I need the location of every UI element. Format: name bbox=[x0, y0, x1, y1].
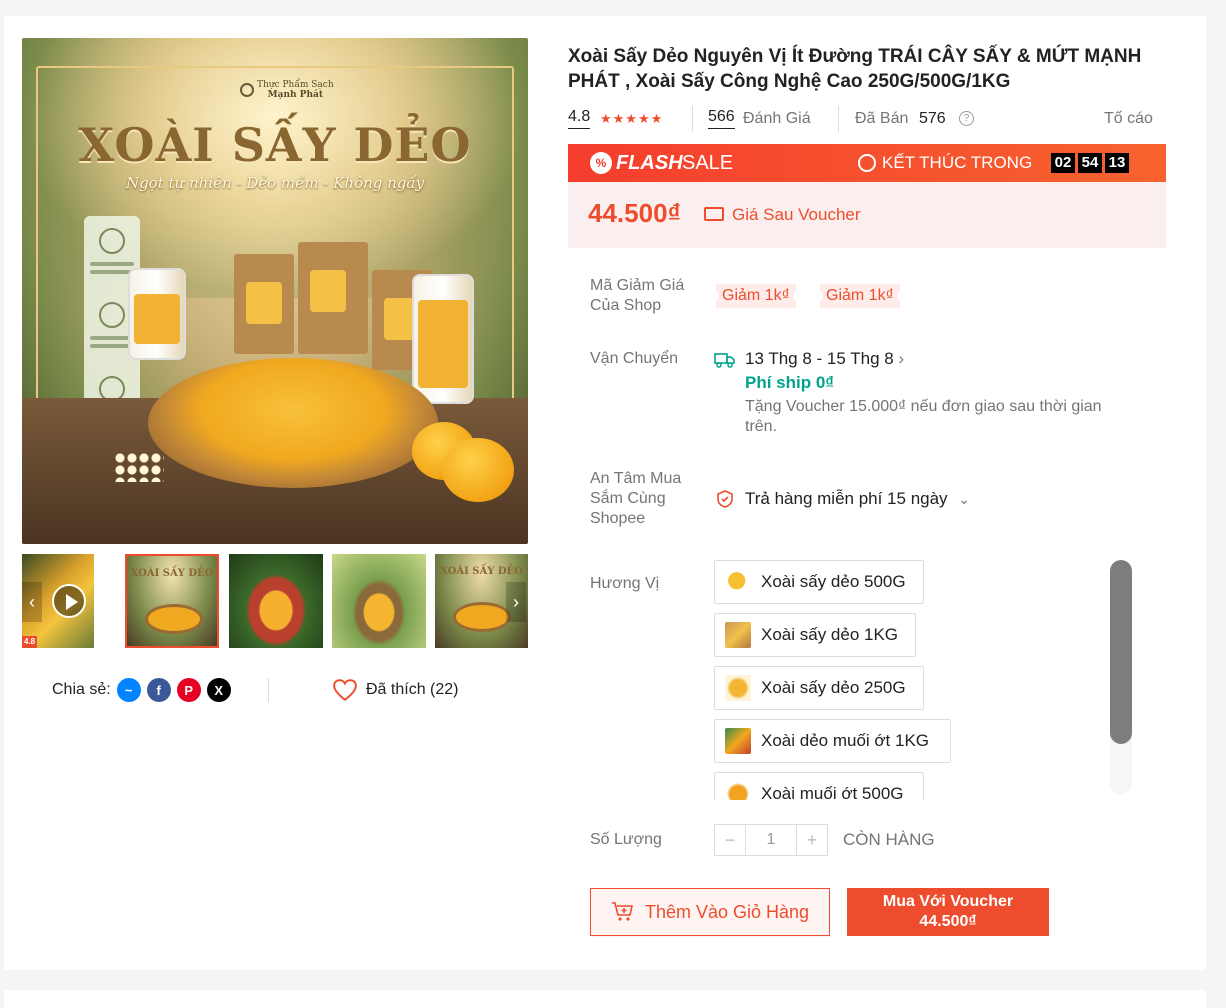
flavor-thumb bbox=[725, 622, 751, 648]
quantity-label: Số Lượng bbox=[590, 831, 662, 848]
flavor-thumb bbox=[725, 728, 751, 754]
rating-stars-icon: ★★★★★ bbox=[600, 111, 664, 126]
quantity-decrease-button[interactable]: − bbox=[715, 825, 745, 855]
share-divider bbox=[268, 678, 269, 702]
voucher-chip[interactable]: Giảm 1k₫ bbox=[817, 284, 903, 308]
rating-stats: 4.8 ★★★★★ 566 Đánh Giá Đã Bán 576 ? Tố c… bbox=[568, 106, 1160, 132]
jar-image bbox=[412, 274, 474, 404]
x-twitter-icon[interactable]: X bbox=[206, 678, 231, 702]
shield-check-icon bbox=[717, 490, 733, 508]
basket-image bbox=[148, 358, 438, 488]
like-button[interactable]: Đã thích (22) bbox=[332, 678, 458, 702]
flavor-option[interactable]: Xoài sấy dẻo 1KG bbox=[714, 613, 916, 657]
jar-image bbox=[128, 268, 186, 360]
product-title: Xoài Sấy Dẻo Nguyên Vị Ít Đường TRÁI CÂY… bbox=[568, 46, 1142, 92]
sold-label: Đã Bán bbox=[855, 110, 909, 127]
price-box: 44.500₫ Giá Sau Voucher bbox=[568, 182, 1166, 248]
brand-logo-icon bbox=[240, 83, 254, 97]
review-count[interactable]: 566 bbox=[708, 106, 735, 129]
thumbnail-3[interactable] bbox=[332, 554, 426, 648]
flavor-thumb bbox=[725, 675, 751, 701]
price-note: Giá Sau Voucher bbox=[732, 205, 861, 224]
heart-icon bbox=[333, 679, 357, 701]
image-headline: XOÀI SẤY DẺO bbox=[78, 118, 472, 172]
image-tagline: Ngọt tự nhiên - Dẻo mềm - Không ngấy bbox=[125, 174, 425, 192]
chevron-down-icon: ⌄ bbox=[958, 491, 971, 507]
shipping-note: Tặng Voucher 15.000₫ nếu đơn giao sau th… bbox=[745, 398, 1102, 435]
quantity-stepper: − 1 + bbox=[714, 824, 828, 856]
product-main-image[interactable]: Thực Phẩm Sạch Mạnh Phát XOÀI SẤY DẺO Ng… bbox=[22, 38, 528, 544]
flash-sale-bar: % FLASH SALE KẾT THÚC TRONG 02 54 13 bbox=[568, 144, 1166, 182]
share-row: Chia sẻ: ~ f P X bbox=[52, 676, 231, 704]
flavor-option[interactable]: Xoài dẻo muối ớt 1KG bbox=[714, 719, 951, 763]
thumb-rating-badge: 4.8 bbox=[22, 636, 38, 648]
flavor-option[interactable]: Xoài sấy dẻo 500G bbox=[714, 560, 924, 604]
thumbnail-strip: 4.8 ‹ XOÀI SẤY DẺO XOÀI SẤY DẺO › bbox=[22, 554, 528, 648]
quantity-increase-button[interactable]: + bbox=[797, 825, 827, 855]
price-amount: 44.500₫ bbox=[588, 198, 681, 228]
share-label: Chia sẻ: bbox=[52, 681, 111, 698]
play-icon[interactable] bbox=[52, 584, 86, 618]
cart-plus-icon bbox=[611, 902, 633, 921]
voucher-icon bbox=[704, 207, 724, 221]
guarantee-label: An Tâm Mua Sắm Cùng Shopee bbox=[590, 470, 682, 527]
thumbnail-2[interactable] bbox=[229, 554, 323, 648]
flavor-option[interactable]: Xoài muối ớt 500G bbox=[714, 772, 924, 800]
mango-image bbox=[442, 438, 514, 502]
thumbnail-prev-button[interactable]: ‹ bbox=[22, 582, 42, 622]
shipping-fee: Phí ship 0₫ bbox=[745, 373, 835, 392]
ends-label: KẾT THÚC TRONG bbox=[882, 153, 1033, 172]
pinterest-icon[interactable]: P bbox=[176, 678, 201, 702]
flavor-label: Hương Vị bbox=[590, 575, 660, 592]
flash-label: FLASH bbox=[616, 152, 683, 174]
flavor-thumb bbox=[725, 781, 751, 800]
chevron-right-icon: › bbox=[898, 349, 905, 368]
guarantee-value[interactable]: Trả hàng miễn phí 15 ngày ⌄ bbox=[745, 489, 970, 509]
stock-status: CÒN HÀNG bbox=[843, 830, 935, 849]
shipping-dates[interactable]: 13 Thg 8 - 15 Thg 8 › bbox=[745, 349, 904, 369]
thumbnail-next-button[interactable]: › bbox=[506, 582, 526, 622]
flavor-thumb bbox=[725, 569, 751, 595]
quantity-input[interactable]: 1 bbox=[745, 825, 797, 855]
messenger-icon[interactable]: ~ bbox=[116, 678, 141, 702]
add-to-cart-button[interactable]: Thêm Vào Giỏ Hàng bbox=[590, 888, 830, 936]
flash-clock-icon: % bbox=[590, 152, 612, 174]
buy-with-voucher-button[interactable]: Mua Với Voucher 44.500₫ bbox=[847, 888, 1049, 936]
timer-icon bbox=[858, 154, 876, 172]
sold-count: 576 bbox=[919, 110, 946, 127]
flavor-option[interactable]: Xoài sấy dẻo 250G bbox=[714, 666, 924, 710]
shipping-label: Vận Chuyển bbox=[590, 350, 679, 367]
next-section-card bbox=[4, 990, 1206, 1008]
sale-label: SALE bbox=[682, 152, 734, 174]
like-count: Đã thích (22) bbox=[366, 681, 459, 698]
help-icon[interactable]: ? bbox=[959, 111, 974, 126]
voucher-chip[interactable]: Giảm 1k₫ bbox=[713, 284, 799, 308]
facebook-icon[interactable]: f bbox=[146, 678, 171, 702]
report-link[interactable]: Tố cáo bbox=[1104, 106, 1153, 132]
countdown: 02 54 13 bbox=[1048, 153, 1129, 173]
image-brand: Thực Phẩm Sạch Mạnh Phát bbox=[257, 80, 334, 100]
flavor-scrollbar-thumb[interactable] bbox=[1110, 560, 1132, 744]
truck-icon bbox=[714, 353, 735, 368]
shop-voucher-label: Mã Giảm Giá Của Shop bbox=[590, 277, 685, 314]
flavor-options-list: Xoài sấy dẻo 500G Xoài sấy dẻo 1KG Xoài … bbox=[714, 560, 1134, 800]
review-label: Đánh Giá bbox=[743, 110, 811, 127]
thumbnail-1[interactable]: XOÀI SẤY DẺO bbox=[125, 554, 219, 648]
rating-value[interactable]: 4.8 bbox=[568, 106, 591, 129]
